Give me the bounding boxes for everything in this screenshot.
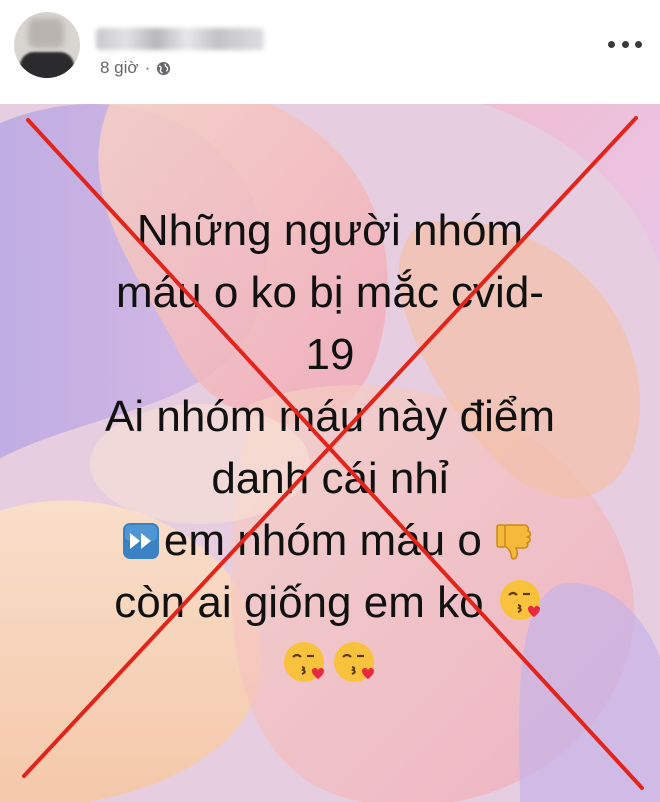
fast-forward-emoji [122,523,159,559]
face-blowing-kiss-emoji [499,580,540,620]
post-meta: 8 giờ · [100,58,171,78]
author-name-blurred[interactable] [96,28,264,50]
post-text-line: Ai nhóm máu này điểm [105,392,555,441]
globe-icon [157,61,171,75]
more-options-button[interactable] [608,34,642,54]
post-background: Những người nhóm máu o ko bị mắc cvid- 1… [0,104,660,802]
face-blowing-kiss-emoji [334,642,374,682]
face-blowing-kiss-emoji [284,642,324,682]
post-text-segment: em nhóm máu o [163,516,482,565]
post-text-line: 19 [305,330,355,379]
post-text-line-emojis [40,634,620,696]
thumbs-down-emoji [496,524,532,560]
post-timestamp[interactable]: 8 giờ [100,58,139,78]
post-text: Những người nhóm máu o ko bị mắc cvid- 1… [40,200,620,696]
post-text-line: danh cái nhỉ [211,454,449,503]
post-text-line: máu o ko bị mắc cvid- [116,268,544,317]
meta-separator: · [144,58,151,77]
post-text-line-with-emoji: còn ai giống em ko [40,572,620,634]
post-header: 8 giờ · [0,0,660,104]
avatar[interactable] [14,12,80,78]
post-text-segment: còn ai giống em ko [114,578,484,627]
more-options-icon [608,40,615,48]
post-text-line-with-emoji: em nhóm máu o [40,510,620,572]
facebook-post: 8 giờ · Những người nhóm máu o ko bị mắc… [0,0,660,802]
post-text-line: Những người nhóm [136,206,524,255]
